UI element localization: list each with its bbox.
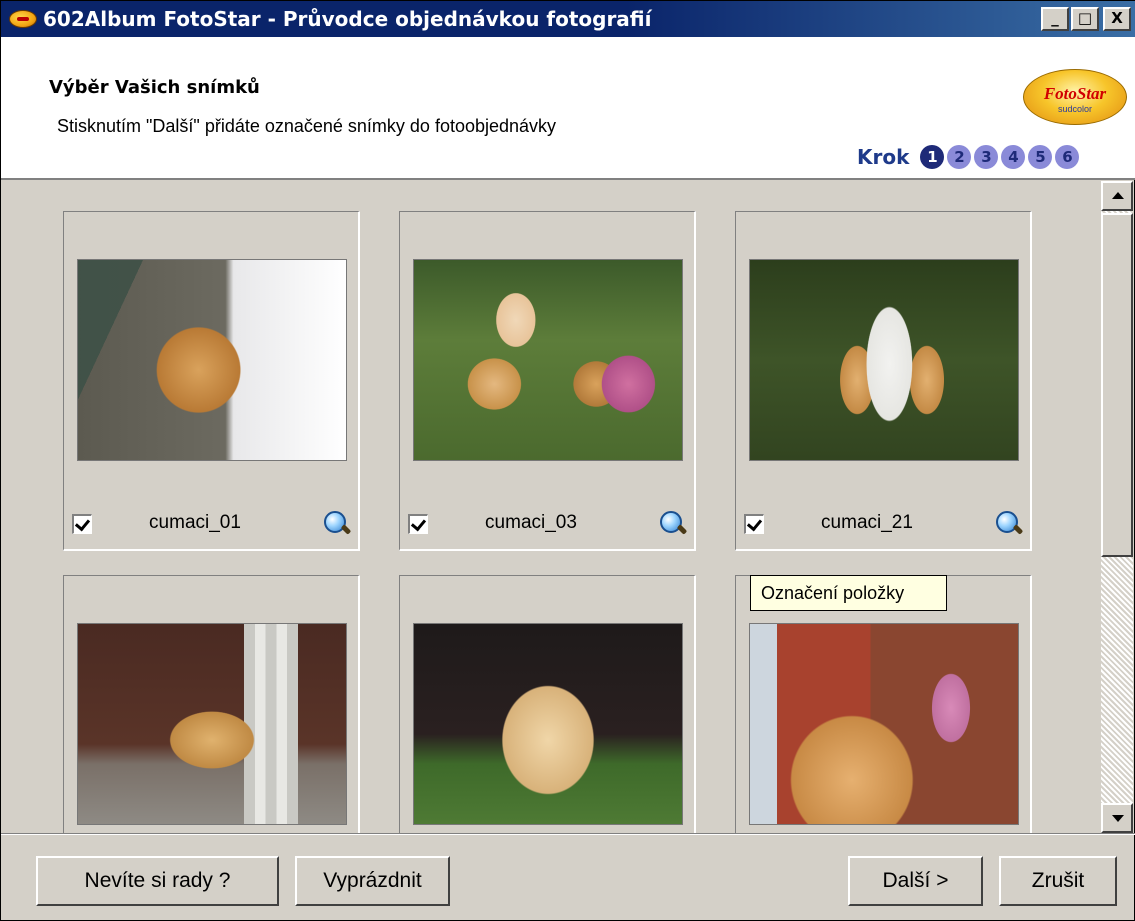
- scroll-down-button[interactable]: [1101, 803, 1133, 833]
- scroll-thumb[interactable]: [1101, 213, 1133, 557]
- select-checkbox[interactable]: [744, 514, 764, 534]
- step-2: 2: [947, 145, 972, 169]
- photo-grid: cumaci_01 cumaci_03 cumaci_21: [9, 181, 1101, 833]
- select-checkbox[interactable]: [408, 514, 428, 534]
- vertical-scrollbar[interactable]: [1101, 181, 1133, 833]
- photo-caption: cumaci_01: [149, 512, 241, 533]
- step-indicator: Krok 1 2 3 4 5 6: [857, 143, 1080, 171]
- minimize-button[interactable]: _: [1041, 7, 1069, 31]
- arrow-up-icon: [1112, 192, 1124, 199]
- step-5: 5: [1028, 145, 1053, 169]
- page-subtitle: Stisknutím "Další" přidáte označené sním…: [57, 116, 557, 136]
- photo-card[interactable]: [399, 575, 696, 833]
- step-4: 4: [1001, 145, 1026, 169]
- photo-card[interactable]: [735, 575, 1032, 833]
- photo-card[interactable]: [63, 575, 360, 833]
- logo-text: FotoStar: [1043, 84, 1107, 103]
- zoom-magnifier-icon[interactable]: [324, 511, 350, 537]
- scroll-up-button[interactable]: [1101, 181, 1133, 211]
- step-3: 3: [974, 145, 999, 169]
- wizard-window: 602Album FotoStar - Průvodce objednávkou…: [0, 0, 1135, 921]
- photo-thumbnail[interactable]: [749, 259, 1019, 461]
- help-button[interactable]: Nevíte si rady ?: [36, 856, 279, 906]
- step-label: Krok: [857, 145, 910, 169]
- photo-thumbnail[interactable]: [77, 623, 347, 825]
- close-button[interactable]: X: [1103, 7, 1131, 31]
- app-icon: [9, 10, 37, 28]
- photo-thumbnail[interactable]: [749, 623, 1019, 825]
- photo-caption: cumaci_03: [485, 512, 577, 533]
- footer-separator: [1, 833, 1135, 835]
- title-bar[interactable]: 602Album FotoStar - Průvodce objednávkou…: [1, 1, 1135, 37]
- arrow-down-icon: [1112, 815, 1124, 822]
- maximize-button[interactable]: □: [1071, 7, 1099, 31]
- tooltip: Označení položky: [750, 575, 947, 611]
- photo-card[interactable]: cumaci_21: [735, 211, 1032, 551]
- photo-card[interactable]: cumaci_01: [63, 211, 360, 551]
- select-checkbox[interactable]: [72, 514, 92, 534]
- cancel-button[interactable]: Zrušit: [999, 856, 1117, 906]
- photo-caption: cumaci_21: [821, 512, 913, 533]
- photo-card[interactable]: cumaci_03: [399, 211, 696, 551]
- window-title: 602Album FotoStar - Průvodce objednávkou…: [43, 7, 652, 31]
- clear-button[interactable]: Vyprázdnit: [295, 856, 450, 906]
- zoom-magnifier-icon[interactable]: [996, 511, 1022, 537]
- step-6: 6: [1055, 145, 1080, 169]
- fotostar-logo: FotoStar sudcolor: [1023, 69, 1127, 125]
- zoom-magnifier-icon[interactable]: [660, 511, 686, 537]
- step-1: 1: [920, 145, 945, 169]
- photo-thumbnail[interactable]: [413, 259, 683, 461]
- page-title: Výběr Vašich snímků: [49, 77, 260, 98]
- photo-thumbnail[interactable]: [77, 259, 347, 461]
- next-button[interactable]: Další >: [848, 856, 983, 906]
- logo-subtext: sudcolor: [1057, 104, 1093, 114]
- photo-thumbnail[interactable]: [413, 623, 683, 825]
